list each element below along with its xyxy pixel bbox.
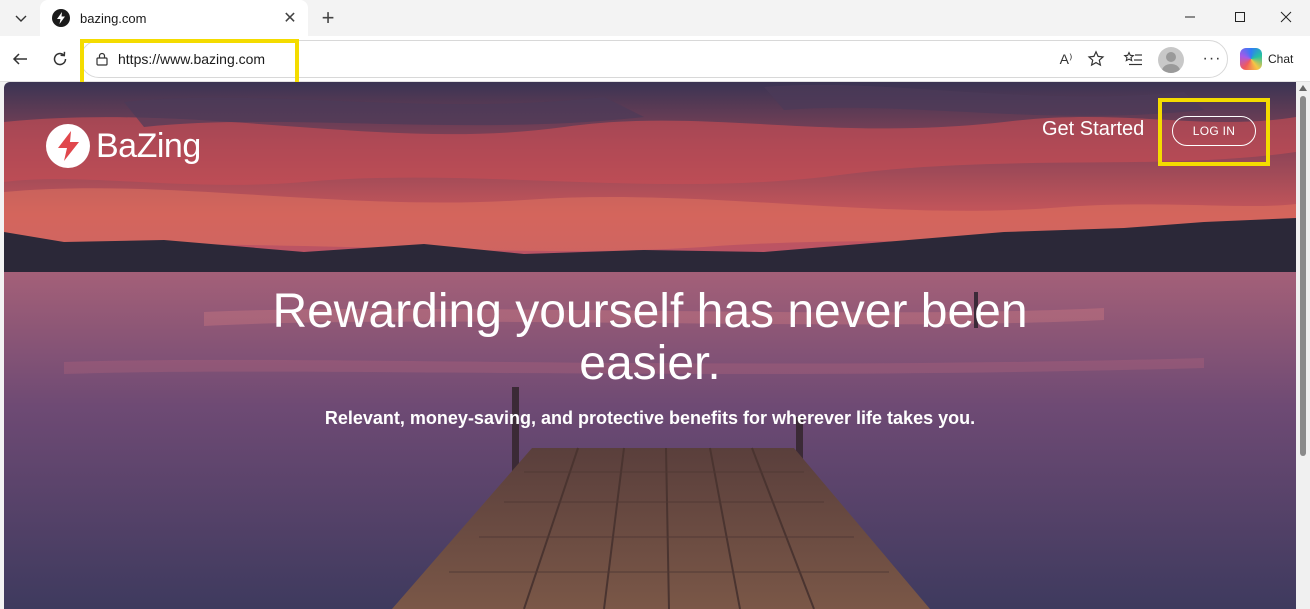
bazing-favicon-icon xyxy=(52,9,70,27)
scrollbar-thumb[interactable] xyxy=(1300,96,1306,456)
browser-toolbar: https://www.bazing.com A⁾ ··· Chat xyxy=(0,36,1310,86)
copilot-label: Chat xyxy=(1268,52,1294,66)
favorites-list-icon[interactable] xyxy=(1121,47,1145,71)
bazing-bolt-icon xyxy=(46,124,90,168)
more-options-icon[interactable]: ··· xyxy=(1200,47,1224,71)
brand-name: BaZing xyxy=(96,126,201,165)
close-window-button[interactable] xyxy=(1262,0,1310,34)
scroll-up-arrow-icon[interactable] xyxy=(1299,85,1307,91)
login-button[interactable]: LOG IN xyxy=(1172,116,1256,146)
page-viewport: BaZing Get Started LOG IN Rewarding your… xyxy=(4,82,1296,609)
copilot-chat-button[interactable]: Chat xyxy=(1240,47,1293,71)
hero-title: Rewarding yourself has never been easier… xyxy=(272,285,1028,390)
hero-subtitle: Relevant, money-saving, and protective b… xyxy=(324,408,976,428)
lock-icon[interactable] xyxy=(94,51,110,67)
minimize-button[interactable] xyxy=(1166,0,1214,34)
tab-title: bazing.com xyxy=(80,10,147,26)
url-text[interactable]: https://www.bazing.com xyxy=(118,51,265,67)
tab-bazing[interactable]: bazing.com ✕ xyxy=(40,0,308,36)
maximize-button[interactable] xyxy=(1216,0,1264,34)
copilot-icon xyxy=(1240,48,1262,70)
tab-actions-chevron-icon[interactable] xyxy=(8,6,34,30)
bazing-logo[interactable]: BaZing xyxy=(46,124,201,168)
favorite-star-icon[interactable] xyxy=(1084,47,1108,71)
profile-avatar-icon[interactable] xyxy=(1158,47,1184,73)
tab-close-icon[interactable]: ✕ xyxy=(278,6,302,30)
tab-strip: bazing.com ✕ + xyxy=(0,0,1310,36)
new-tab-button[interactable]: + xyxy=(314,5,342,31)
back-arrow-icon[interactable] xyxy=(8,47,32,71)
vertical-scrollbar[interactable] xyxy=(1296,82,1310,609)
get-started-link[interactable]: Get Started xyxy=(1042,118,1144,141)
read-aloud-icon[interactable]: A⁾ xyxy=(1054,47,1078,71)
reload-icon[interactable] xyxy=(48,47,72,71)
